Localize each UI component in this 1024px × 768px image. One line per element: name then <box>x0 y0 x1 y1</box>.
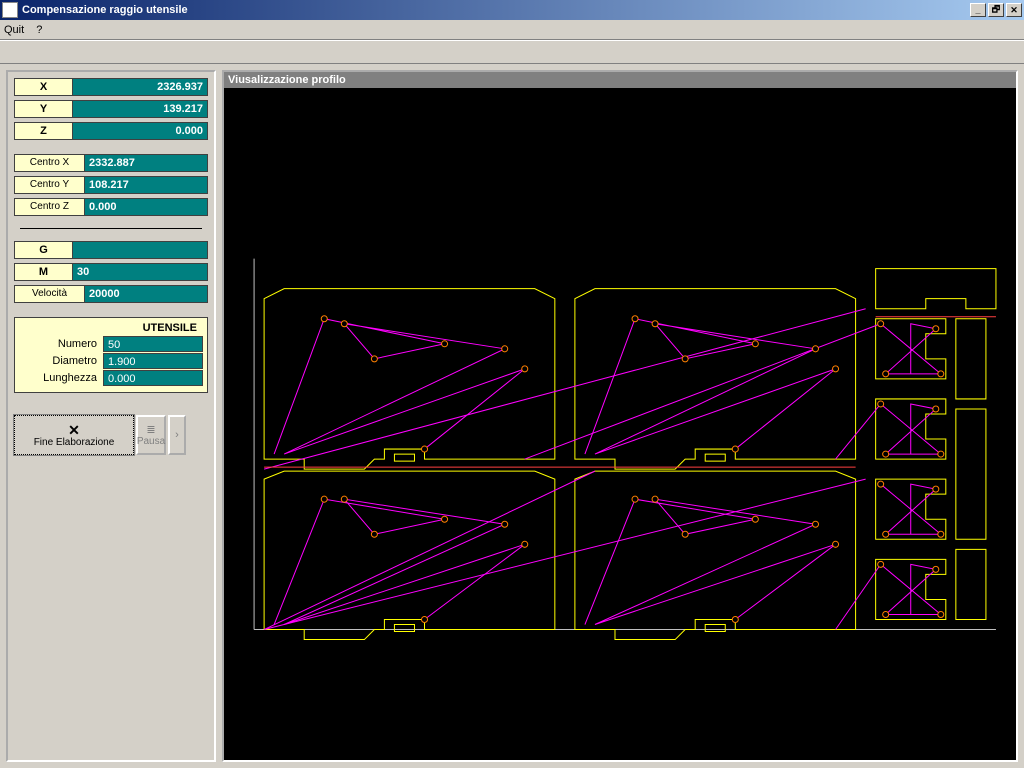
tool-len-label: Lunghezza <box>19 370 103 386</box>
profile-canvas[interactable] <box>224 88 1016 760</box>
tool-header: UTENSILE <box>19 322 203 334</box>
tool-box: UTENSILE Numero 50 Diametro 1.900 Lunghe… <box>14 317 208 393</box>
g-row: G <box>14 241 208 259</box>
center-z-row: Centro Z 0.000 <box>14 198 208 216</box>
tool-dia-value: 1.900 <box>103 353 203 369</box>
center-x-label: Centro X <box>15 155 85 171</box>
pausa-button[interactable]: ≣ Pausa <box>136 415 166 455</box>
app-icon <box>2 2 18 18</box>
menu-help[interactable]: ? <box>36 24 42 36</box>
velocity-row: Velocità 20000 <box>14 285 208 303</box>
coord-x-value: 2326.937 <box>73 79 207 95</box>
tool-len-value: 0.000 <box>103 370 203 386</box>
chevron-right-icon: › <box>175 429 179 441</box>
next-button[interactable]: › <box>168 415 186 455</box>
tool-dia-label: Diametro <box>19 353 103 369</box>
maximize-button[interactable]: 🗗 <box>988 3 1004 17</box>
center-z-label: Centro Z <box>15 199 85 215</box>
visualization-header: Viusalizzazione profilo <box>224 72 1016 88</box>
pausa-label: Pausa <box>137 436 165 447</box>
g-label: G <box>15 242 73 258</box>
m-row: M 30 <box>14 263 208 281</box>
divider <box>20 228 202 229</box>
profile-svg <box>224 88 1016 760</box>
coord-x-label: X <box>15 79 73 95</box>
pause-icon: ≣ <box>146 423 155 436</box>
velocity-label: Velocità <box>15 286 85 302</box>
g-value <box>73 242 207 258</box>
left-panel: X 2326.937 Y 139.217 Z 0.000 Centro X 23… <box>6 70 216 762</box>
toolbar <box>0 40 1024 64</box>
m-value: 30 <box>73 264 207 280</box>
close-button[interactable]: ✕ <box>1006 3 1022 17</box>
minimize-button[interactable]: _ <box>970 3 986 17</box>
coord-z-value: 0.000 <box>73 123 207 139</box>
coord-y-row: Y 139.217 <box>14 100 208 118</box>
coord-z-label: Z <box>15 123 73 139</box>
fine-elaborazione-button[interactable]: ✕ Fine Elaborazione <box>14 415 134 455</box>
center-z-value: 0.000 <box>85 199 207 215</box>
velocity-value: 20000 <box>85 286 207 302</box>
button-row: ✕ Fine Elaborazione ≣ Pausa › <box>14 415 208 455</box>
tool-num-value: 50 <box>103 336 203 352</box>
center-y-row: Centro Y 108.217 <box>14 176 208 194</box>
tool-num-label: Numero <box>19 336 103 352</box>
center-x-value: 2332.887 <box>85 155 207 171</box>
coord-x-row: X 2326.937 <box>14 78 208 96</box>
menubar: Quit ? <box>0 20 1024 40</box>
visualization-panel: Viusalizzazione profilo <box>222 70 1018 762</box>
coord-y-value: 139.217 <box>73 101 207 117</box>
menu-quit[interactable]: Quit <box>4 24 24 36</box>
coord-z-row: Z 0.000 <box>14 122 208 140</box>
window-title: Compensazione raggio utensile <box>22 4 970 16</box>
center-x-row: Centro X 2332.887 <box>14 154 208 172</box>
close-icon: ✕ <box>68 423 80 437</box>
center-y-value: 108.217 <box>85 177 207 193</box>
coord-y-label: Y <box>15 101 73 117</box>
fine-label: Fine Elaborazione <box>34 437 115 448</box>
titlebar: Compensazione raggio utensile _ 🗗 ✕ <box>0 0 1024 20</box>
center-y-label: Centro Y <box>15 177 85 193</box>
m-label: M <box>15 264 73 280</box>
